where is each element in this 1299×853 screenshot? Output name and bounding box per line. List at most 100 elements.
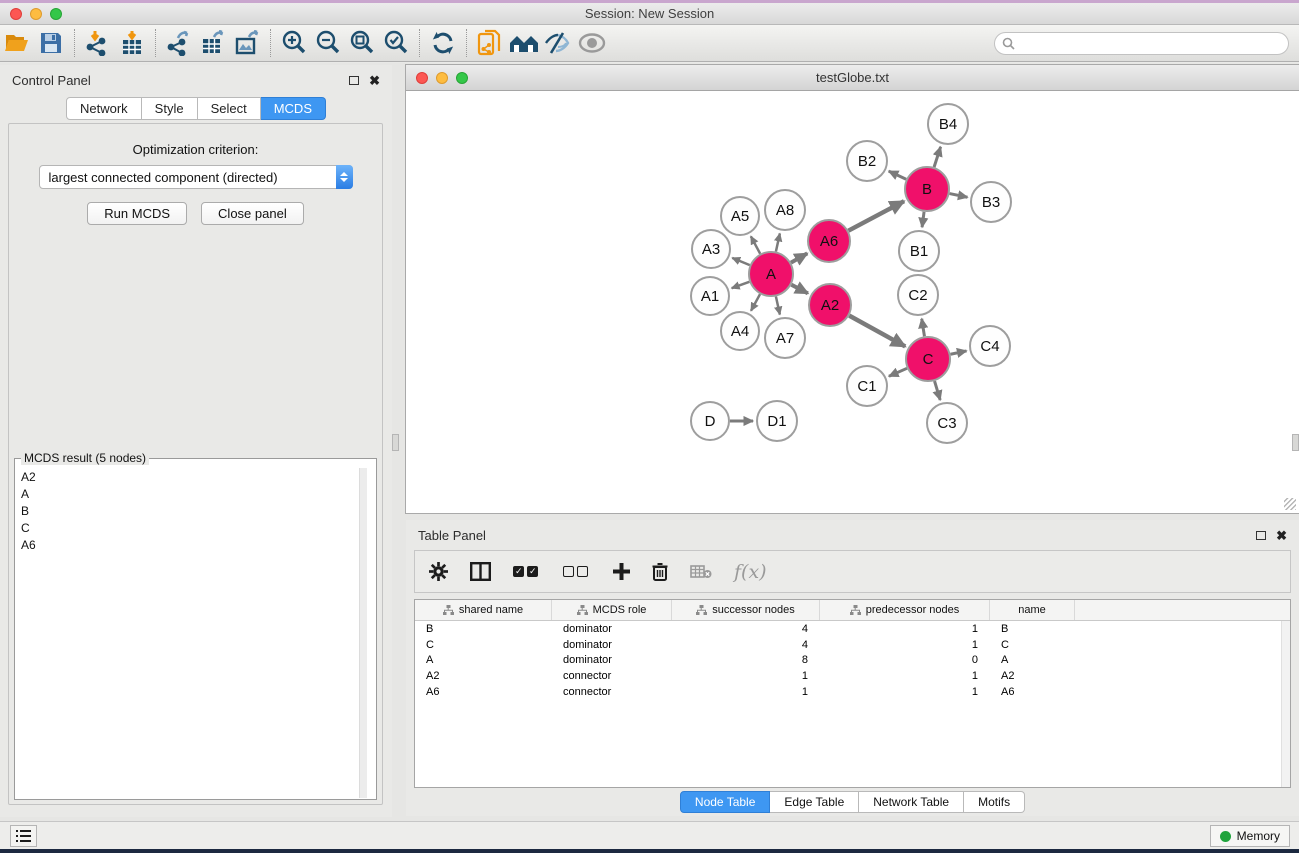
- close-table-panel-icon[interactable]: ✖: [1276, 529, 1287, 542]
- graph-edge-C-C1[interactable]: [889, 368, 907, 376]
- table-row[interactable]: Adominator80A: [415, 653, 1290, 669]
- float-table-panel-icon[interactable]: [1256, 531, 1266, 540]
- graph-edge-B-B1[interactable]: [922, 212, 924, 227]
- run-mcds-button[interactable]: Run MCDS: [87, 202, 187, 225]
- minimize-network-window-icon[interactable]: [436, 72, 448, 84]
- table-scrollbar[interactable]: [1281, 621, 1290, 787]
- tab-motifs[interactable]: Motifs: [964, 791, 1025, 813]
- show-columns-icon[interactable]: [470, 562, 491, 581]
- minimize-window-icon[interactable]: [30, 8, 42, 20]
- import-table-icon[interactable]: [115, 28, 149, 58]
- column-header-successor-nodes[interactable]: successor nodes: [672, 600, 820, 620]
- mcds-result-item[interactable]: A: [16, 485, 375, 502]
- graph-node-label-B4: B4: [939, 116, 957, 133]
- column-header-predecessor-nodes[interactable]: predecessor nodes: [820, 600, 990, 620]
- graph-edge-C-C4[interactable]: [951, 351, 967, 354]
- network-canvas[interactable]: B4B2BB3A5A8A6A3B1AA1C2A2A4A7CC4C1C3DD1: [407, 92, 1298, 512]
- cell-successor-nodes: 1: [672, 686, 820, 698]
- close-network-window-icon[interactable]: [416, 72, 428, 84]
- duplicate-network-icon[interactable]: [473, 28, 507, 58]
- tab-node-table[interactable]: Node Table: [680, 791, 771, 813]
- table-settings-gear-icon[interactable]: [429, 562, 448, 581]
- float-panel-icon[interactable]: [349, 76, 359, 85]
- close-panel-icon[interactable]: ✖: [369, 74, 380, 87]
- save-session-icon[interactable]: [34, 28, 68, 58]
- mcds-result-list[interactable]: A2ABCA6: [16, 468, 375, 798]
- zoom-in-icon[interactable]: [277, 28, 311, 58]
- select-all-columns-icon[interactable]: [513, 566, 541, 577]
- graph-edge-A6-B[interactable]: [848, 201, 904, 231]
- show-all-networks-icon[interactable]: [507, 28, 541, 58]
- search-input[interactable]: [1019, 37, 1288, 51]
- graph-edge-A-A4[interactable]: [751, 294, 760, 311]
- graph-edge-A-A3[interactable]: [732, 258, 750, 265]
- graph-edge-B-B4[interactable]: [934, 147, 941, 167]
- cell-predecessor-nodes: 0: [820, 654, 990, 666]
- close-panel-button[interactable]: Close panel: [201, 202, 304, 225]
- zoom-out-icon[interactable]: [311, 28, 345, 58]
- graph-edge-C-C2[interactable]: [922, 319, 925, 337]
- graph-edge-A-A6[interactable]: [791, 253, 807, 262]
- control-panel: Control Panel ✖ NetworkStyleSelectMCDS O…: [0, 65, 392, 817]
- show-selected-icon[interactable]: [575, 28, 609, 58]
- mcds-result-item[interactable]: A2: [16, 468, 375, 485]
- mcds-list-scrollbar[interactable]: [359, 468, 367, 798]
- tab-network[interactable]: Network: [66, 97, 142, 120]
- resize-grip-icon[interactable]: [1284, 498, 1296, 510]
- maximize-network-window-icon[interactable]: [456, 72, 468, 84]
- window-controls: [10, 8, 62, 20]
- export-image-icon[interactable]: [230, 28, 264, 58]
- add-column-icon[interactable]: [613, 563, 630, 580]
- tab-mcds[interactable]: MCDS: [261, 97, 326, 120]
- graph-edge-A-A5[interactable]: [751, 236, 760, 253]
- hide-selected-icon[interactable]: [541, 28, 575, 58]
- zoom-fit-icon[interactable]: [345, 28, 379, 58]
- search-field[interactable]: [994, 32, 1289, 55]
- cell-name: B: [990, 623, 1075, 635]
- main-toolbar: [0, 25, 1299, 62]
- graph-edge-A-A8[interactable]: [776, 233, 780, 251]
- open-session-icon[interactable]: [0, 28, 34, 58]
- network-window-titlebar: testGlobe.txt: [406, 65, 1299, 91]
- graph-edge-A-A1[interactable]: [732, 282, 750, 288]
- graph-edge-A2-C[interactable]: [849, 316, 905, 347]
- table-row[interactable]: A6connector11A6: [415, 684, 1290, 700]
- tab-style[interactable]: Style: [142, 97, 198, 120]
- mcds-result-group: MCDS result (5 nodes) A2ABCA6: [14, 458, 377, 800]
- tab-network-table[interactable]: Network Table: [859, 791, 964, 813]
- mcds-result-item[interactable]: B: [16, 502, 375, 519]
- mcds-tab-content: Optimization criterion: largest connecte…: [8, 123, 383, 805]
- column-header-shared-name[interactable]: shared name: [415, 600, 552, 620]
- task-history-button[interactable]: [10, 825, 37, 847]
- mcds-result-item[interactable]: A6: [16, 536, 375, 553]
- zoom-selected-icon[interactable]: [379, 28, 413, 58]
- refresh-view-icon[interactable]: [426, 28, 460, 58]
- optimization-criterion-label: Optimization criterion:: [9, 142, 382, 157]
- graph-edge-A-A2[interactable]: [791, 285, 808, 294]
- export-table-icon[interactable]: [196, 28, 230, 58]
- table-row[interactable]: Cdominator41C: [415, 637, 1290, 653]
- column-header-name[interactable]: name: [990, 600, 1075, 620]
- close-window-icon[interactable]: [10, 8, 22, 20]
- column-header-MCDS-role[interactable]: MCDS role: [552, 600, 672, 620]
- optimization-criterion-select[interactable]: largest connected component (directed): [39, 165, 353, 189]
- deselect-all-columns-icon[interactable]: [563, 566, 591, 577]
- export-network-icon[interactable]: [162, 28, 196, 58]
- graph-edge-B-B2[interactable]: [889, 171, 906, 179]
- graph-edge-B-B3[interactable]: [950, 194, 968, 198]
- network-graph[interactable]: B4B2BB3A5A8A6A3B1AA1C2A2A4A7CC4C1C3DD1: [407, 92, 1296, 511]
- vertical-split-handle[interactable]: [392, 434, 399, 451]
- tab-edge-table[interactable]: Edge Table: [770, 791, 859, 813]
- table-row[interactable]: Bdominator41B: [415, 621, 1290, 637]
- mcds-result-item[interactable]: C: [16, 519, 375, 536]
- delete-column-trash-icon[interactable]: [652, 562, 668, 581]
- maximize-window-icon[interactable]: [50, 8, 62, 20]
- graph-edge-A-A7[interactable]: [776, 296, 780, 314]
- tab-select[interactable]: Select: [198, 97, 261, 120]
- graph-edge-C-C3[interactable]: [935, 381, 941, 400]
- table-row[interactable]: A2connector11A2: [415, 668, 1290, 684]
- vertical-split-handle-right[interactable]: [1292, 434, 1299, 451]
- import-network-icon[interactable]: [81, 28, 115, 58]
- node-table-body: Bdominator41BCdominator41CAdominator80AA…: [415, 621, 1290, 700]
- memory-button[interactable]: Memory: [1210, 825, 1290, 847]
